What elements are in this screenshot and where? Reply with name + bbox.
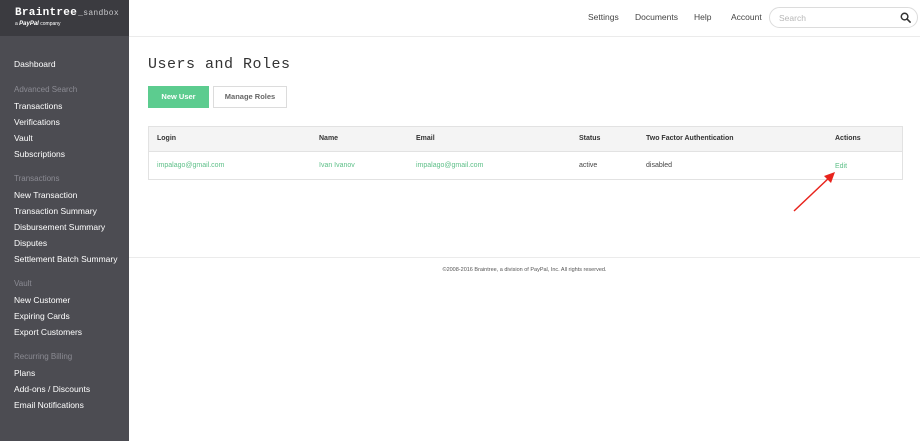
nav-help-link[interactable]: Help <box>694 12 711 22</box>
sidebar-item-add-ons-discounts[interactable]: Add-ons / Discounts <box>14 381 126 397</box>
sidebar-heading-transactions: Transactions <box>14 174 60 183</box>
column-header-name: Name <box>319 135 339 142</box>
brand-tagline: a PayPal company <box>15 21 61 27</box>
page-title: Users and Roles <box>148 56 291 73</box>
cell-login[interactable]: impalago@gmail.com <box>157 162 224 169</box>
sidebar-item-vault[interactable]: Vault <box>14 130 126 146</box>
column-header-status: Status <box>579 135 601 142</box>
search-icon[interactable] <box>900 12 911 23</box>
table-header: Login Name Email Status Two Factor Authe… <box>149 127 902 152</box>
sidebar-item-new-transaction[interactable]: New Transaction <box>14 187 126 203</box>
sidebar-item-email-notifications[interactable]: Email Notifications <box>14 397 126 413</box>
top-bar: Settings Documents Help Account <box>129 0 920 37</box>
footer-divider <box>129 257 920 258</box>
sidebar-item-expiring-cards[interactable]: Expiring Cards <box>14 308 126 324</box>
sidebar-item-disbursement-summary[interactable]: Disbursement Summary <box>14 219 126 235</box>
brand-header[interactable]: Braintree_sandbox a PayPal company <box>0 0 129 36</box>
manage-roles-button[interactable]: Manage Roles <box>213 86 287 108</box>
column-header-two-factor: Two Factor Authentication <box>646 135 734 142</box>
cell-name[interactable]: Ivan Ivanov <box>319 162 355 169</box>
sidebar-item-settlement-batch-summary[interactable]: Settlement Batch Summary <box>14 251 126 267</box>
footer-copyright: ©2008-2016 Braintree, a division of PayP… <box>442 267 607 273</box>
sidebar: Braintree_sandbox a PayPal company Dashb… <box>0 0 129 441</box>
sidebar-item-export-customers[interactable]: Export Customers <box>14 324 126 340</box>
brand-environment: _sandbox <box>78 9 119 18</box>
sidebar-item-disputes[interactable]: Disputes <box>14 235 126 251</box>
nav-settings-link[interactable]: Settings <box>588 12 619 22</box>
cell-status: active <box>579 162 598 169</box>
sidebar-nav: Dashboard Advanced Search Transactions V… <box>14 56 126 413</box>
search-box[interactable] <box>769 7 918 28</box>
brand-logo: Braintree_sandbox <box>15 7 119 19</box>
new-user-button[interactable]: New User <box>148 86 209 108</box>
sidebar-heading-advanced-search: Advanced Search <box>14 85 78 94</box>
sidebar-item-dashboard[interactable]: Dashboard <box>14 56 126 72</box>
sidebar-item-new-customer[interactable]: New Customer <box>14 292 126 308</box>
column-header-email: Email <box>416 135 435 142</box>
cell-email[interactable]: impalago@gmail.com <box>416 162 483 169</box>
nav-account-link[interactable]: Account <box>731 12 762 22</box>
nav-documents-link[interactable]: Documents <box>635 12 678 22</box>
edit-link[interactable]: Edit <box>835 163 847 170</box>
column-header-actions: Actions <box>835 135 861 142</box>
column-header-login: Login <box>157 135 177 142</box>
cell-two-factor: disabled <box>646 162 673 169</box>
sidebar-item-verifications[interactable]: Verifications <box>14 114 126 130</box>
sidebar-item-subscriptions[interactable]: Subscriptions <box>14 146 126 162</box>
annotation-arrow-icon <box>793 172 835 212</box>
sidebar-heading-vault: Vault <box>14 279 32 288</box>
sidebar-item-plans[interactable]: Plans <box>14 365 126 381</box>
search-input[interactable] <box>779 11 889 24</box>
sidebar-item-transactions[interactable]: Transactions <box>14 98 126 114</box>
sidebar-heading-recurring-billing: Recurring Billing <box>14 352 73 361</box>
sidebar-item-transaction-summary[interactable]: Transaction Summary <box>14 203 126 219</box>
